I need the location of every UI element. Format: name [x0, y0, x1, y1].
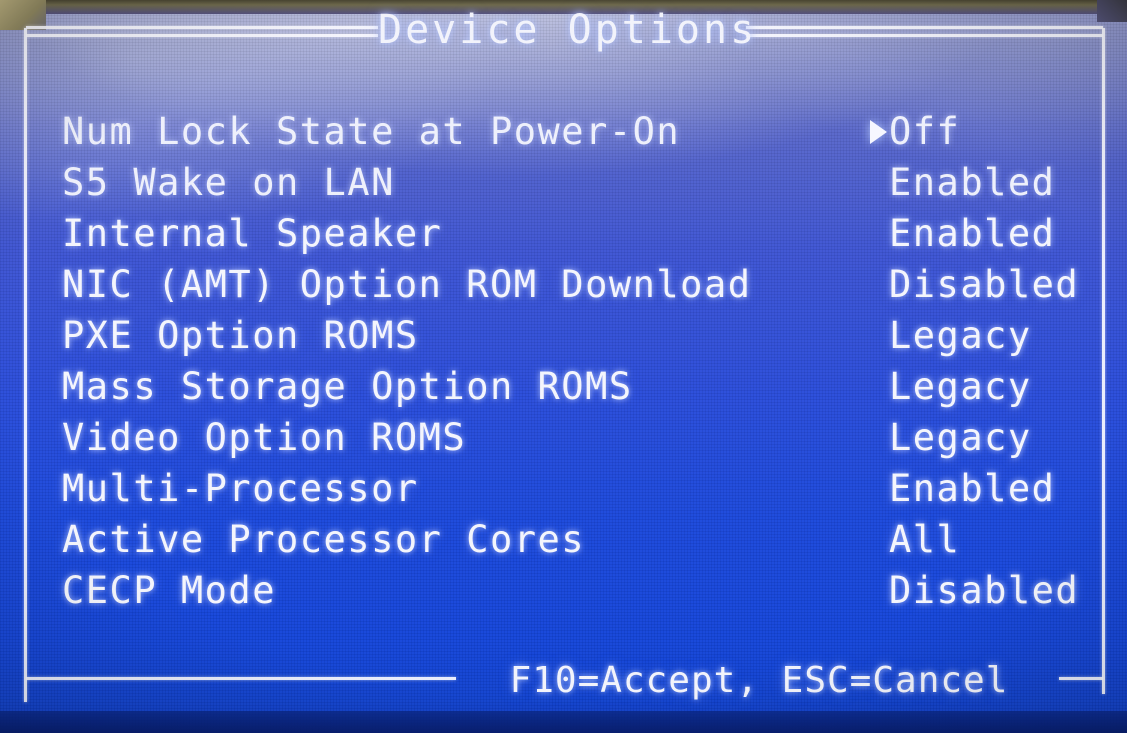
option-row-internal-speaker[interactable]: Internal Speaker Enabled [62, 208, 1067, 259]
options-list: Num Lock State at Power-On Off S5 Wake o… [62, 106, 1078, 616]
selection-cursor-slot [857, 528, 889, 552]
option-value[interactable]: Disabled [889, 263, 1079, 306]
panel-border-top-left-lower [26, 34, 378, 37]
option-value-group[interactable]: Disabled [857, 565, 1079, 616]
panel-border-left [24, 28, 27, 702]
option-value[interactable]: Enabled [889, 161, 1055, 204]
selection-cursor-slot [857, 324, 889, 348]
panel-border-top-right-upper [746, 26, 1103, 29]
option-row-s5-wake-on-lan[interactable]: S5 Wake on LAN Enabled [62, 157, 1067, 208]
option-value[interactable]: Legacy [889, 365, 1032, 408]
option-value[interactable]: Legacy [889, 416, 1032, 459]
selection-cursor-slot [857, 171, 889, 195]
keyboard-hint-bar: F10=Accept, ESC=Cancel [509, 660, 1009, 701]
option-value-group[interactable]: Off [857, 106, 960, 157]
option-row-mass-storage-option-roms[interactable]: Mass Storage Option ROMS Legacy [62, 361, 1067, 412]
option-label: Num Lock State at Power-On [62, 110, 681, 153]
option-label: Multi-Processor [62, 467, 419, 510]
page-title: Device Options [378, 7, 758, 53]
panel-border-bottom-left [26, 677, 456, 680]
panel-border-right [1102, 28, 1105, 694]
panel-border-top-left-upper [26, 26, 378, 29]
selection-cursor-slot [857, 375, 889, 399]
option-row-pxe-option-roms[interactable]: PXE Option ROMS Legacy [62, 310, 1067, 361]
option-value[interactable]: Enabled [889, 212, 1055, 255]
selection-cursor-slot [857, 119, 889, 144]
option-row-num-lock-state[interactable]: Num Lock State at Power-On Off [62, 106, 1067, 157]
option-value[interactable]: Disabled [889, 569, 1079, 612]
selection-cursor-slot [857, 426, 889, 450]
selection-cursor-slot [857, 273, 889, 297]
option-value-group[interactable]: Legacy [857, 310, 1032, 361]
option-value-group[interactable]: Enabled [857, 463, 1055, 514]
panel-border-top-right-lower [746, 34, 1103, 37]
option-value[interactable]: All [889, 518, 960, 561]
option-label: CECP Mode [62, 569, 276, 612]
option-label: Active Processor Cores [62, 518, 586, 561]
option-value-group[interactable]: Enabled [857, 208, 1055, 259]
option-row-video-option-roms[interactable]: Video Option ROMS Legacy [62, 412, 1067, 463]
panel-border-bottom-right [1059, 677, 1103, 680]
option-label: Mass Storage Option ROMS [62, 365, 633, 408]
option-label: NIC (AMT) Option ROM Download [62, 263, 752, 306]
device-options-panel: Device Options Num Lock State at Power-O… [24, 7, 1105, 708]
option-label: PXE Option ROMS [62, 314, 419, 357]
option-row-nic-amt-option-rom-download[interactable]: NIC (AMT) Option ROM Download Disabled [62, 259, 1078, 310]
option-value-group[interactable]: Legacy [857, 412, 1032, 463]
selection-cursor-slot [857, 579, 889, 603]
bios-setup-screen: Device Options Num Lock State at Power-O… [0, 0, 1127, 733]
option-label: Internal Speaker [62, 212, 443, 255]
selection-cursor-slot [857, 477, 889, 501]
option-value-group[interactable]: Enabled [857, 157, 1055, 208]
option-row-active-processor-cores[interactable]: Active Processor Cores All [62, 514, 1067, 565]
option-value[interactable]: Off [889, 110, 960, 153]
option-value-group[interactable]: Disabled [857, 259, 1079, 310]
selection-cursor-slot [857, 222, 889, 246]
option-value-group[interactable]: Legacy [857, 361, 1032, 412]
option-row-cecp-mode[interactable]: CECP Mode Disabled [62, 565, 1078, 616]
option-label: Video Option ROMS [62, 416, 467, 459]
option-label: S5 Wake on LAN [62, 161, 395, 204]
option-value[interactable]: Legacy [889, 314, 1032, 357]
option-row-multi-processor[interactable]: Multi-Processor Enabled [62, 463, 1067, 514]
selection-arrow-icon [870, 119, 887, 144]
option-value-group[interactable]: All [857, 514, 960, 565]
option-value[interactable]: Enabled [889, 467, 1055, 510]
